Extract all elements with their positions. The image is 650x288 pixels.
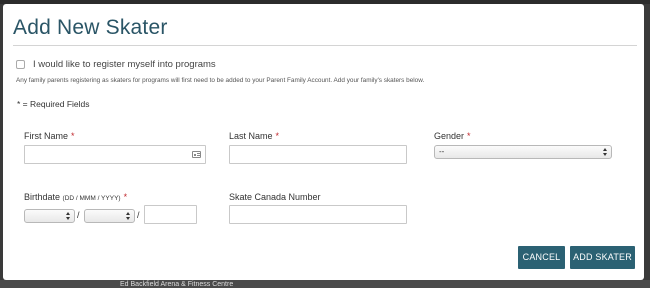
cancel-button[interactable]: CANCEL xyxy=(518,246,565,269)
background-venue-text: Ed Backfield Arena & Fitness Centre xyxy=(120,281,234,288)
first-name-label: First Name * xyxy=(24,131,75,141)
birthdate-format-hint: (DD / MMM / YYYY) xyxy=(62,195,121,202)
last-name-label: Last Name * xyxy=(229,131,279,141)
register-self-checkbox[interactable] xyxy=(16,60,25,69)
last-name-input[interactable] xyxy=(229,145,407,164)
add-skater-modal: Add New Skater I would like to register … xyxy=(3,4,644,280)
required-star: * xyxy=(467,131,471,141)
register-self-row: I would like to register myself into pro… xyxy=(16,59,216,70)
register-self-label[interactable]: I would like to register myself into pro… xyxy=(33,59,216,70)
required-fields-note: * = Required Fields xyxy=(17,99,90,109)
modal-title: Add New Skater xyxy=(13,16,168,39)
skate-canada-label: Skate Canada Number xyxy=(229,192,321,202)
gender-label-text: Gender xyxy=(434,131,465,141)
required-star: * xyxy=(275,131,280,141)
birthdate-year-input[interactable] xyxy=(144,205,197,224)
gender-select[interactable]: -- xyxy=(434,145,612,159)
select-arrows-icon xyxy=(126,212,131,221)
info-text: Any family parents registering as skater… xyxy=(16,77,425,84)
select-arrows-icon xyxy=(66,212,71,221)
skate-canada-input[interactable] xyxy=(229,205,407,224)
first-name-label-text: First Name xyxy=(24,131,69,141)
birthdate-day-select[interactable] xyxy=(24,209,75,223)
required-star: * xyxy=(123,192,128,202)
last-name-label-text: Last Name xyxy=(229,131,273,141)
gender-label: Gender * xyxy=(434,131,471,141)
contact-card-icon[interactable] xyxy=(192,151,201,158)
select-arrows-icon xyxy=(603,148,608,157)
birthdate-label: Birthdate (DD / MMM / YYYY) * xyxy=(24,192,127,202)
date-separator: / xyxy=(77,210,80,220)
add-skater-button[interactable]: ADD SKATER xyxy=(570,246,635,269)
gender-select-value: -- xyxy=(439,147,445,156)
birthdate-label-text: Birthdate xyxy=(24,192,61,202)
page-backdrop-bottom xyxy=(0,280,650,288)
first-name-input[interactable] xyxy=(24,145,206,164)
title-divider xyxy=(13,45,637,46)
birthdate-month-select[interactable] xyxy=(84,209,135,223)
date-separator: / xyxy=(137,210,140,220)
required-star: * xyxy=(71,131,75,141)
